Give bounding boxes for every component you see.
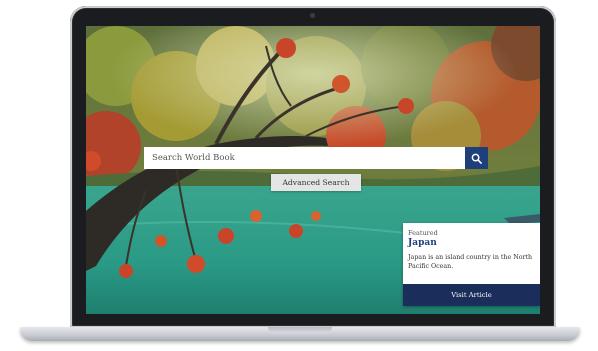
screen: Advanced Search Featured Japan Japan is …	[86, 26, 540, 314]
laptop-lid: Advanced Search Featured Japan Japan is …	[70, 6, 556, 328]
featured-card: Featured Japan Japan is an island countr…	[403, 223, 540, 306]
search-input[interactable]	[144, 147, 465, 169]
featured-title[interactable]: Japan	[408, 238, 437, 248]
featured-label: Featured	[408, 229, 438, 237]
search-icon	[471, 153, 482, 164]
laptop-base	[20, 327, 580, 341]
search-button[interactable]	[465, 147, 488, 169]
visit-article-button[interactable]: Visit Article	[403, 284, 540, 306]
featured-description: Japan is an island country in the North …	[408, 254, 533, 270]
advanced-search-button[interactable]: Advanced Search	[271, 174, 361, 191]
camera	[310, 13, 315, 18]
laptop-notch	[268, 327, 332, 333]
search-bar	[144, 147, 488, 169]
